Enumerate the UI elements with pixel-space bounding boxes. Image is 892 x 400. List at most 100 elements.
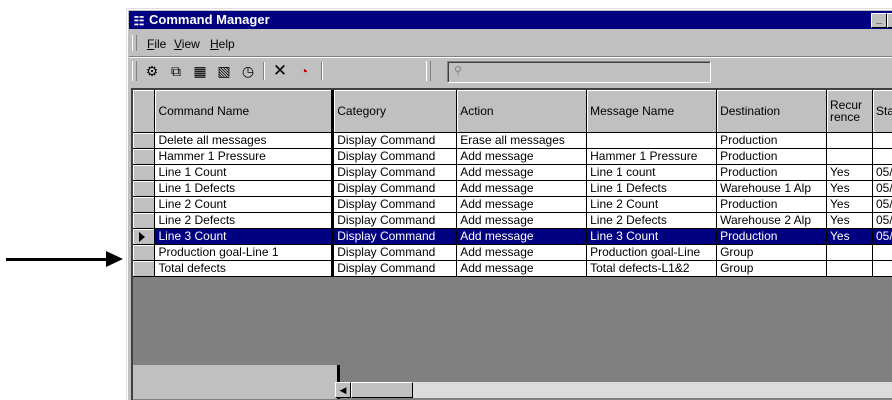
scroll-thumb[interactable] <box>351 382 413 398</box>
table-cell[interactable]: Add message <box>456 196 588 213</box>
table-cell[interactable]: Production goal-Line 1 <box>154 244 335 261</box>
maximize-button[interactable]: □ <box>887 13 892 28</box>
table-cell[interactable]: Warehouse 2 Alp <box>716 212 828 229</box>
table-cell[interactable]: Yes <box>826 180 873 197</box>
table-cell[interactable]: Display Command <box>332 260 458 277</box>
table-row[interactable]: Line 2 Defects Display Command Add message… <box>133 212 892 229</box>
column-header[interactable]: Category <box>332 90 458 133</box>
table-cell[interactable] <box>872 132 892 149</box>
minimize-button[interactable]: _ <box>871 13 887 28</box>
table-cell[interactable]: Yes <box>826 228 873 245</box>
table-cell[interactable]: Display Command <box>332 196 458 213</box>
table-cell[interactable]: 05/ <box>872 180 892 197</box>
table-row[interactable]: Line 1 Count Display Command Add message Li… <box>133 164 892 181</box>
table-cell[interactable]: Display Command <box>332 180 458 197</box>
row-selector[interactable] <box>133 212 156 229</box>
row-selector[interactable] <box>133 196 156 213</box>
table-cell[interactable]: Production <box>716 228 828 245</box>
table-cell[interactable]: Yes <box>826 196 873 213</box>
table-cell[interactable]: Delete all messages <box>154 132 335 149</box>
table-cell[interactable]: Display Command <box>332 212 458 229</box>
table-cell[interactable] <box>872 244 892 261</box>
menu-grip[interactable] <box>132 35 137 51</box>
new-command-icon[interactable]: ⚙ <box>143 62 161 80</box>
find-grip[interactable] <box>426 61 431 81</box>
table-cell[interactable]: Warehouse 1 Alp <box>716 180 828 197</box>
column-header[interactable]: Destination <box>716 90 828 133</box>
table-cell[interactable]: Display Command <box>332 228 458 245</box>
table-cell[interactable]: Add message <box>456 148 588 165</box>
table-cell[interactable]: Group <box>716 244 828 261</box>
table-cell[interactable] <box>826 132 873 149</box>
edit-properties-icon[interactable]: ▧ <box>215 62 233 80</box>
row-selector[interactable] <box>133 132 156 149</box>
column-header[interactable]: Message Name <box>586 90 718 133</box>
table-cell[interactable]: 05/ <box>872 212 892 229</box>
table-row[interactable]: Production goal-Line 1 Display Command Add… <box>133 244 892 261</box>
table-row[interactable]: Hammer 1 Pressure Display Command Add mess… <box>133 148 892 165</box>
table-cell[interactable]: Add message <box>456 180 588 197</box>
table-cell[interactable] <box>826 148 873 165</box>
table-cell[interactable] <box>826 244 873 261</box>
table-cell[interactable]: 05/ <box>872 196 892 213</box>
table-cell[interactable]: 05/ <box>872 164 892 181</box>
row-selector[interactable] <box>133 244 156 261</box>
table-cell[interactable]: Production <box>716 132 828 149</box>
table-cell[interactable]: Production <box>716 148 828 165</box>
toolbar-grip[interactable] <box>132 61 137 81</box>
menu-view[interactable]: View <box>174 37 200 51</box>
table-cell[interactable]: Display Command <box>332 148 458 165</box>
table-cell[interactable]: Yes <box>826 212 873 229</box>
table-cell[interactable]: Total defects-L1&2 <box>586 260 718 277</box>
table-cell[interactable]: Hammer 1 Pressure <box>586 148 718 165</box>
table-row[interactable]: Delete all messages Display Command Erase … <box>133 132 892 149</box>
row-selector[interactable] <box>133 228 156 245</box>
menu-help[interactable]: Help <box>210 37 235 51</box>
table-cell[interactable]: Yes <box>826 164 873 181</box>
column-header[interactable]: Command Name <box>154 90 335 133</box>
row-selector[interactable] <box>133 148 156 165</box>
table-cell[interactable]: Line 1 Count <box>154 164 335 181</box>
table-cell[interactable]: Add message <box>456 212 588 229</box>
table-cell[interactable]: Display Command <box>332 132 458 149</box>
scroll-left-button[interactable]: ◀ <box>335 382 351 398</box>
table-cell[interactable]: Add message <box>456 164 588 181</box>
table-cell[interactable]: Line 1 Defects <box>154 180 335 197</box>
properties-icon[interactable]: ▦ <box>191 62 209 80</box>
table-cell[interactable]: Line 3 Count <box>586 228 718 245</box>
table-cell[interactable] <box>872 260 892 277</box>
table-cell[interactable] <box>586 132 718 149</box>
table-cell[interactable]: Production goal-Line <box>586 244 718 261</box>
table-cell[interactable]: Line 3 Count <box>154 228 335 245</box>
column-header[interactable]: Action <box>456 90 588 133</box>
table-cell[interactable]: Line 2 Count <box>154 196 335 213</box>
table-cell[interactable]: Display Command <box>332 244 458 261</box>
table-cell[interactable] <box>826 260 873 277</box>
horizontal-scrollbar[interactable]: ◀ <box>335 382 892 398</box>
row-selector[interactable] <box>133 164 156 181</box>
table-cell[interactable]: Line 2 Defects <box>586 212 718 229</box>
title-bar[interactable]: ☷ Command Manager _ □ <box>129 11 892 29</box>
table-cell[interactable]: Hammer 1 Pressure <box>154 148 335 165</box>
table-row-selected[interactable]: Line 3 Count Display Command Add message Li… <box>133 228 892 245</box>
table-cell[interactable]: Total defects <box>154 260 335 277</box>
table-row[interactable]: Line 1 Defects Display Command Add message… <box>133 180 892 197</box>
table-cell[interactable]: Line 1 count <box>586 164 718 181</box>
column-header[interactable]: Sta <box>872 90 892 133</box>
table-cell[interactable]: Add message <box>456 244 588 261</box>
table-cell[interactable]: Production <box>716 164 828 181</box>
table-row[interactable]: Total defects Display Command Add message T… <box>133 260 892 277</box>
find-input[interactable]: ⚲ <box>447 61 711 83</box>
table-cell[interactable]: Display Command <box>332 164 458 181</box>
table-cell[interactable]: Line 2 Defects <box>154 212 335 229</box>
table-cell[interactable]: Group <box>716 260 828 277</box>
table-cell[interactable]: Production <box>716 196 828 213</box>
table-cell[interactable] <box>872 148 892 165</box>
row-selector-header[interactable] <box>133 90 156 133</box>
delete-icon[interactable]: ✕ <box>271 62 289 80</box>
copy-command-icon[interactable]: ⧉ <box>167 62 185 80</box>
table-cell[interactable]: Line 1 Defects <box>586 180 718 197</box>
table-cell[interactable]: Line 2 Count <box>586 196 718 213</box>
table-cell[interactable]: Erase all messages <box>456 132 588 149</box>
table-cell[interactable]: 05/ <box>872 228 892 245</box>
